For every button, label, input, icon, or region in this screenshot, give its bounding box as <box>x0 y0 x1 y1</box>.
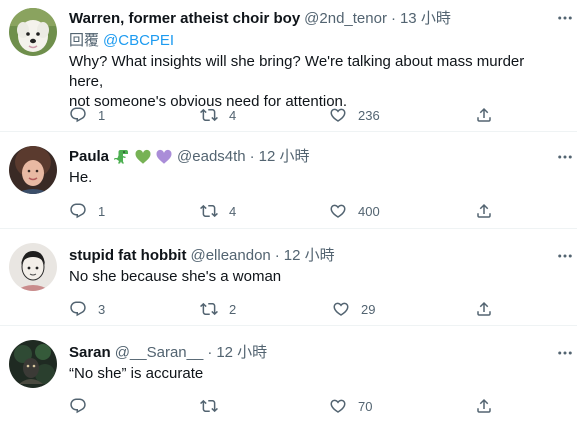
name-emojis <box>113 148 173 166</box>
retweet-button[interactable]: 2 <box>200 299 236 319</box>
timestamp[interactable]: 12 小時 <box>259 147 310 166</box>
share-button[interactable] <box>475 105 493 125</box>
avatar[interactable] <box>9 146 57 194</box>
like-button[interactable]: 70 <box>329 396 372 416</box>
retweet-icon <box>200 300 218 318</box>
like-icon <box>329 106 347 124</box>
reply-prefix: 回覆 <box>69 32 100 49</box>
separator-dot: · <box>274 247 280 264</box>
tweet-text-line: Why? What insights will she bring? We're… <box>69 53 525 90</box>
avatar[interactable] <box>9 340 57 388</box>
tweet[interactable]: Warren, former atheist choir boy @2nd_te… <box>0 0 577 132</box>
display-name[interactable]: Saran <box>69 343 111 362</box>
like-icon <box>329 397 347 415</box>
retweet-count: 2 <box>229 301 237 317</box>
tweet-actions: 1 4 400 <box>69 201 499 221</box>
more-options-icon[interactable] <box>556 148 574 166</box>
separator-dot: · <box>249 148 255 165</box>
more-options-icon[interactable] <box>556 344 574 362</box>
tweet-text: He. <box>69 168 557 188</box>
timestamp[interactable]: 13 小時 <box>400 9 451 28</box>
reply-button[interactable]: 1 <box>69 201 105 221</box>
like-button[interactable]: 400 <box>329 201 380 221</box>
like-count: 29 <box>361 301 376 317</box>
reply-icon <box>69 397 87 415</box>
display-name[interactable]: stupid fat hobbit <box>69 246 186 265</box>
reply-count: 3 <box>98 301 106 317</box>
share-icon <box>475 202 493 220</box>
like-icon <box>329 202 347 220</box>
share-icon <box>475 397 493 415</box>
share-icon <box>475 300 493 318</box>
tweet-text: Why? What insights will she bring? We're… <box>69 52 557 112</box>
tweet-text: No she because she's a woman <box>69 267 557 287</box>
separator-dot: · <box>207 344 213 361</box>
tweet-text-line: No she because she's a woman <box>69 268 282 285</box>
reply-icon <box>69 106 87 124</box>
tweet[interactable]: Paula @eads4th · 12 小時 He. 1 4 400 <box>0 132 577 229</box>
like-count: 70 <box>358 398 373 414</box>
display-name[interactable]: Paula <box>69 147 109 166</box>
retweet-icon <box>200 397 218 415</box>
share-icon <box>475 106 493 124</box>
user-handle[interactable]: @eads4th <box>177 147 246 166</box>
tweet-text-line: “No she” is accurate <box>69 365 204 382</box>
user-handle[interactable]: @2nd_tenor <box>304 9 387 28</box>
retweet-button[interactable] <box>200 396 229 416</box>
more-options-icon[interactable] <box>556 247 574 265</box>
retweet-button[interactable]: 4 <box>200 201 236 221</box>
share-button[interactable] <box>475 201 493 221</box>
retweet-count: 4 <box>229 203 237 219</box>
reply-count: 1 <box>98 107 106 123</box>
t-rex-emoji <box>114 149 129 163</box>
tweet[interactable]: Saran @__Saran__ · 12 小時 “No she” is acc… <box>0 326 577 430</box>
tweet-actions: 1 4 236 <box>69 105 499 125</box>
timestamp[interactable]: 12 小時 <box>216 343 267 362</box>
share-button[interactable] <box>475 299 493 319</box>
avatar[interactable] <box>9 243 57 291</box>
reply-button[interactable]: 1 <box>69 105 105 125</box>
retweet-icon <box>200 106 218 124</box>
like-button[interactable]: 236 <box>329 105 380 125</box>
reply-button[interactable]: 3 <box>69 299 105 319</box>
replying-to: 回覆 @CBCPEI <box>69 31 557 50</box>
purple-heart-emoji <box>156 149 172 164</box>
user-handle[interactable]: @elleandon <box>190 246 270 265</box>
tweet[interactable]: stupid fat hobbit @elleandon · 12 小時 No … <box>0 229 577 326</box>
tweet-actions: 3 2 29 <box>69 299 499 319</box>
like-icon <box>332 300 350 318</box>
reply-icon <box>69 300 87 318</box>
reply-icon <box>69 202 87 220</box>
separator-dot: · <box>390 10 396 27</box>
more-options-icon[interactable] <box>556 9 574 27</box>
share-button[interactable] <box>475 396 493 416</box>
reply-button[interactable] <box>69 396 98 416</box>
avatar[interactable] <box>9 8 57 56</box>
timestamp[interactable]: 12 小時 <box>284 246 335 265</box>
retweet-count: 4 <box>229 107 237 123</box>
like-count: 400 <box>358 203 380 219</box>
display-name[interactable]: Warren, former atheist choir boy <box>69 9 300 28</box>
tweet-text-line: He. <box>69 169 93 186</box>
reply-mention-link[interactable]: @CBCPEI <box>103 32 174 49</box>
tweet-actions: 70 <box>69 396 499 416</box>
like-count: 236 <box>358 107 380 123</box>
tweet-text: “No she” is accurate <box>69 364 557 384</box>
retweet-button[interactable]: 4 <box>200 105 236 125</box>
like-button[interactable]: 29 <box>332 299 375 319</box>
green-heart-emoji <box>135 149 151 164</box>
retweet-icon <box>200 202 218 220</box>
reply-count: 1 <box>98 203 106 219</box>
user-handle[interactable]: @__Saran__ <box>115 343 204 362</box>
